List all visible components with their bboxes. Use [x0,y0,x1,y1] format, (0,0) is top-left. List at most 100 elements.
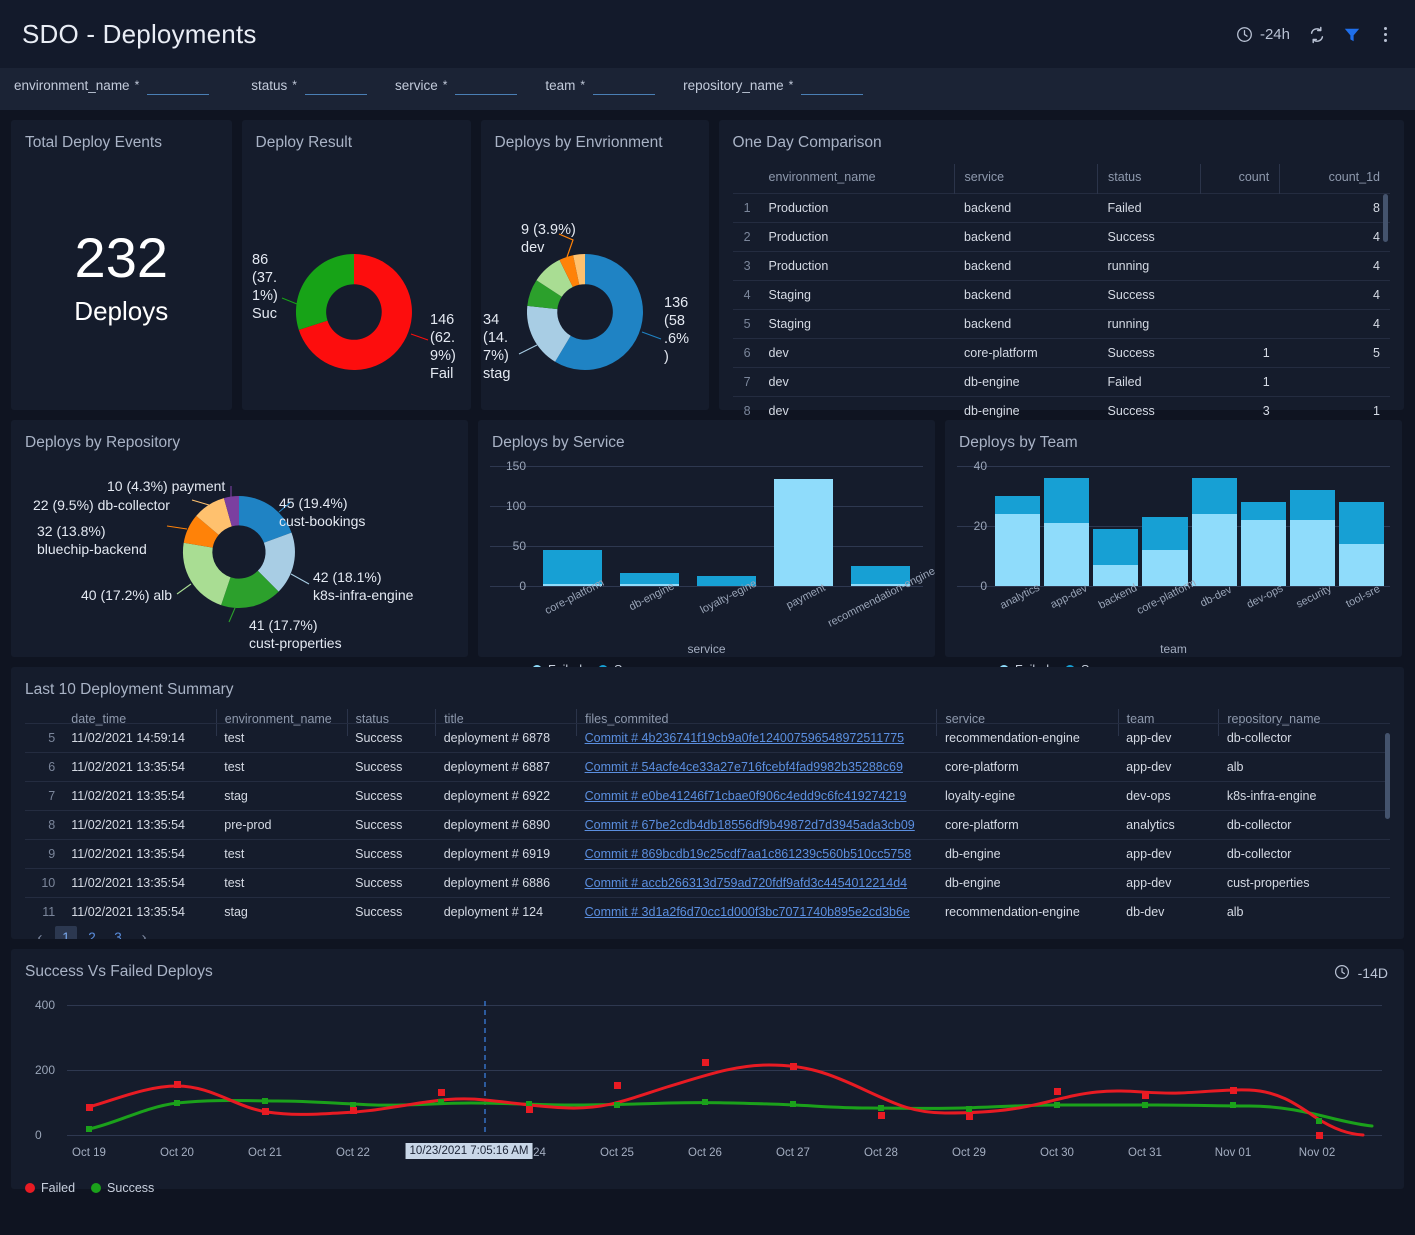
bar-db-dev[interactable] [1190,466,1239,586]
commit-link[interactable]: Commit # e0be41246f71cbae0f906c4edd9c6fc… [585,789,907,803]
commit-link[interactable]: Commit # 54acfe4ce33a27e716fcebf4fad9982… [585,760,903,774]
slice-label-success-l1: 86 [252,252,268,268]
more-options-icon[interactable] [1378,25,1393,44]
x-tick-label: Oct 20 [160,1147,194,1159]
column-header-count[interactable]: count [1201,164,1280,194]
commit-link[interactable]: Commit # 4b236741f19cb9a0fe1240075965489… [585,731,905,745]
refresh-icon[interactable] [1308,26,1325,43]
cell-status: Success [347,898,436,922]
filter-icon[interactable] [1343,26,1360,43]
repository-name-input[interactable] [801,78,863,95]
column-header-service[interactable]: service [954,164,1098,194]
table-row[interactable]: 6devcore-platformSuccess15 [733,339,1390,368]
bar-app-dev[interactable] [1042,466,1091,586]
row-index: 11 [25,898,63,922]
x-tick-label: payment [784,582,827,612]
team-input[interactable] [593,78,655,95]
cell-environment-name: dev [759,339,954,368]
panel-title: Deploys by Service [478,420,935,452]
table-row[interactable]: 911/02/2021 13:35:54testSuccessdeploymen… [25,840,1390,869]
filter-status[interactable]: status * [251,78,367,95]
commit-link[interactable]: Commit # 3d1a2f6d70cc1d000f3bc7071740b89… [585,905,910,919]
table-row[interactable]: 1111/02/2021 13:35:54stagSuccessdeployme… [25,898,1390,922]
table-row[interactable]: 7devdb-engineFailed1 [733,368,1390,397]
bar-core-platform[interactable] [1140,466,1189,586]
legend-item-failed[interactable]: Failed [25,1181,75,1195]
legend-item-success[interactable]: Success [91,1181,154,1195]
service-input[interactable] [455,78,517,95]
row-index: 10 [25,869,63,898]
commit-link[interactable]: Commit # accb266313d759ad720fdf9afd3c445… [585,876,908,890]
commit-link[interactable]: Commit # 67be2cdb4db18556df9b49872d7d394… [585,818,915,832]
cell-repository-name: db-collector [1219,840,1390,869]
filter-repository-name[interactable]: repository_name * [683,78,863,95]
status-input[interactable] [305,78,367,95]
bar-security[interactable] [1288,466,1337,586]
cell-environment-name: test [216,724,347,753]
bar-analytics[interactable] [993,466,1042,586]
table-row[interactable]: 611/02/2021 13:35:54testSuccessdeploymen… [25,753,1390,782]
deploys-by-repository-donut[interactable]: 10 (4.3%) payment 22 (9.5%) db-collector… [11,452,468,657]
table-scrollbar[interactable] [1385,733,1390,819]
bar-loyalty-egine[interactable] [688,466,765,586]
table-row[interactable]: 2ProductionbackendSuccess4 [733,223,1390,252]
panel-deploys-by-environment: Deploys by Envrionment [481,120,709,410]
bar-payment[interactable] [765,466,842,586]
line-chart[interactable]: 400 200 0 [25,995,1390,1145]
x-tick-label: db-engine [627,580,676,613]
row-index: 9 [25,840,63,869]
cell-title: deployment # 6878 [436,724,577,753]
filter-team[interactable]: team * [545,78,655,95]
x-tick-label: tool-sre [1344,583,1382,610]
bar-tool-sre[interactable] [1337,466,1386,586]
table-row[interactable]: 811/02/2021 13:35:54pre-prodSuccessdeplo… [25,811,1390,840]
table-row[interactable]: 5Stagingbackendrunning4 [733,310,1390,339]
cell-service: db-engine [937,869,1118,898]
panel-grid: Total Deploy Events 232 Deploys Deploy R… [0,110,1415,1189]
time-range-selector[interactable]: -24h [1236,26,1290,43]
cell-service: db-engine [937,840,1118,869]
deploys-by-environment-donut[interactable]: 9 (3.9%) dev 34 (14. 7%) stag 136 (58 .6… [481,152,709,402]
column-header-status[interactable]: status [1098,164,1201,194]
bar-backend[interactable] [1091,466,1140,586]
y-tick-20: 20 [957,519,987,533]
cell-count-1d: 4 [1280,252,1390,281]
cell-count: 1 [1201,368,1280,397]
table-row[interactable]: 711/02/2021 13:35:54stagSuccessdeploymen… [25,782,1390,811]
filter-service[interactable]: service * [395,78,517,95]
pagination-page-2[interactable]: 2 [81,926,103,939]
bar-core-platform[interactable] [534,466,611,586]
table-row[interactable]: 1ProductionbackendFailed8 [733,194,1390,223]
column-header-environment-name[interactable]: environment_name [759,164,954,194]
cell-count [1201,252,1280,281]
environment-name-input[interactable] [147,78,209,95]
bar-db-engine[interactable] [611,466,688,586]
commit-link[interactable]: Commit # 869bcdb19c25cdf7aa1c861239c560b… [585,847,912,861]
bar-dev-ops[interactable] [1239,466,1288,586]
pagination-page-3[interactable]: 3 [107,926,129,939]
x-tick-label: backend [1097,582,1140,612]
pagination-prev[interactable]: ‹ [29,926,51,939]
team-chart: 40 20 0 analytics a [957,466,1390,586]
table-row[interactable]: 1011/02/2021 13:35:54testSuccessdeployme… [25,869,1390,898]
line-chart-time-range[interactable]: -14D [1334,964,1388,981]
table-row[interactable]: 4StagingbackendSuccess4 [733,281,1390,310]
cell-service: core-platform [937,753,1118,782]
table-row[interactable]: 511/02/2021 14:59:14testSuccessdeploymen… [25,724,1390,753]
panel-title: Deploys by Envrionment [481,120,709,152]
cell-status: running [1098,310,1201,339]
cell-status: Success [1098,339,1201,368]
table-row[interactable]: 3Productionbackendrunning4 [733,252,1390,281]
pagination-next[interactable]: › [133,926,155,939]
pagination-page-1[interactable]: 1 [55,926,77,939]
bar-recommendation-engine[interactable] [842,466,919,586]
cell-status: Success [1098,223,1201,252]
column-header-count-1d[interactable]: count_1d [1280,164,1390,194]
table-scrollbar[interactable] [1383,194,1388,242]
filter-environment-name[interactable]: environment_name * [14,78,209,95]
slice-alb [183,543,231,605]
row-index: 8 [25,811,63,840]
x-tick-label: Oct 25 [600,1147,634,1159]
summary-rows-scroll[interactable]: 511/02/2021 14:59:14testSuccessdeploymen… [25,723,1390,921]
deploy-result-donut[interactable]: 86 (37. 1%) Suc 146 (62. 9%) Fail [242,152,471,402]
